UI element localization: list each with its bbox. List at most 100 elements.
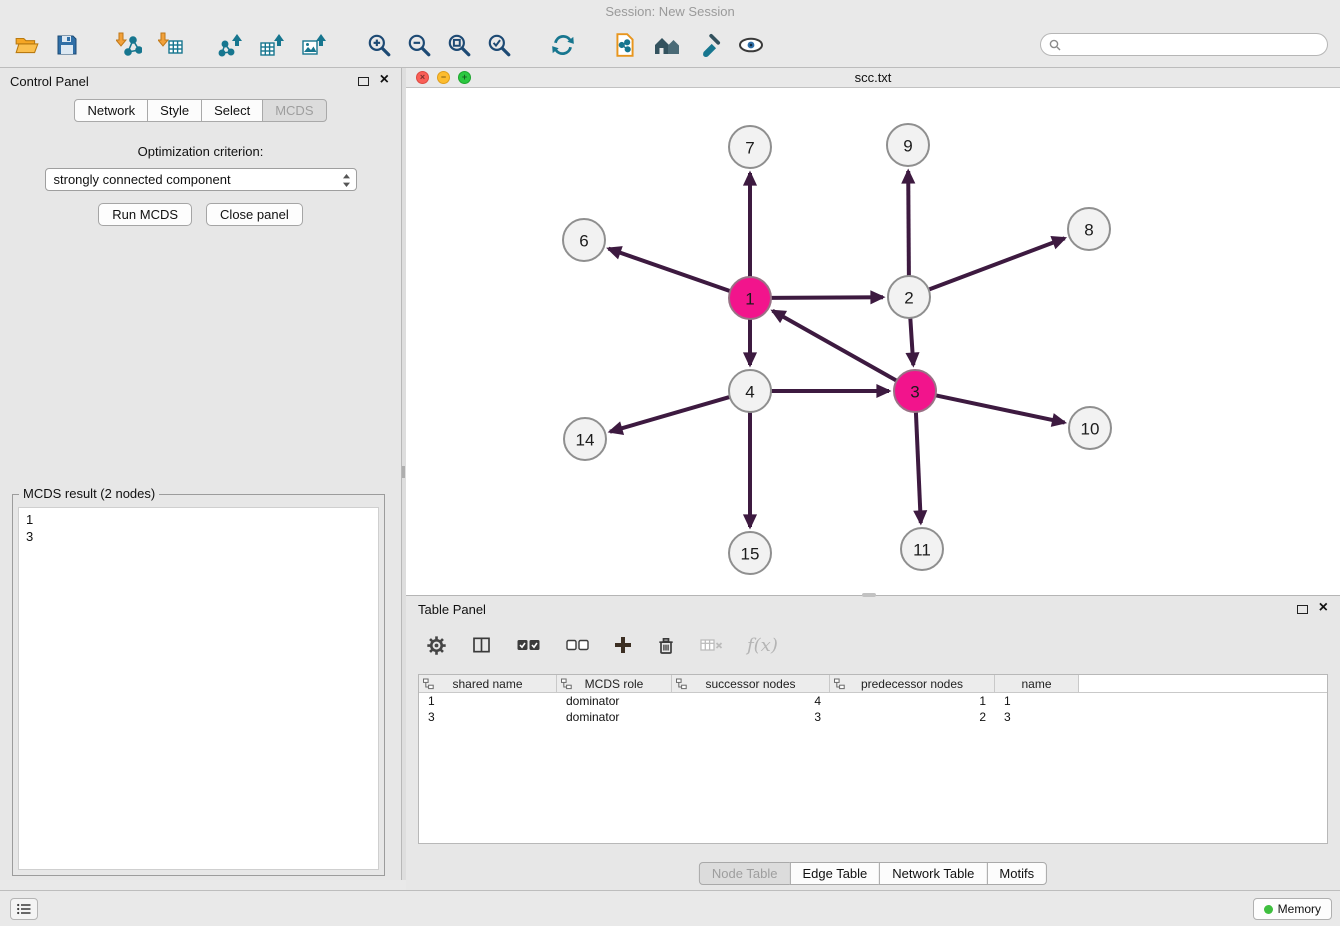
zoom-in-icon (366, 32, 392, 58)
graph-edge-2-9[interactable] (908, 171, 909, 276)
function-builder-button: f(x) (747, 635, 778, 656)
export-image-icon (302, 32, 328, 58)
delete-row-button[interactable] (656, 635, 676, 656)
zoom-in-button[interactable] (362, 28, 396, 62)
network-from-document-button[interactable] (608, 28, 642, 62)
toggle-visibility-button[interactable] (734, 28, 768, 62)
close-panel-icon[interactable]: × (380, 72, 389, 88)
window-titlebar: Session: New Session (0, 0, 1340, 22)
column-header-successor-nodes[interactable]: successor nodes (672, 675, 830, 693)
criterion-select[interactable]: strongly connected component (45, 168, 357, 191)
list-icon (16, 902, 32, 916)
tab-motifs[interactable]: Motifs (986, 862, 1047, 885)
save-session-button[interactable] (50, 28, 84, 62)
network-view-window: × − + scc.txt 7968124314101511 (406, 68, 1340, 595)
import-network-button[interactable] (112, 28, 146, 62)
search-box[interactable] (1040, 33, 1328, 56)
table-row[interactable]: 3dominator323 (419, 709, 1327, 725)
result-line: 1 (26, 511, 371, 528)
table-cell: 1 (995, 693, 1079, 709)
column-tree-icon (676, 678, 687, 690)
float-panel-icon[interactable] (358, 77, 369, 86)
graph-edge-4-14[interactable] (610, 397, 730, 432)
table-cell: 2 (830, 709, 995, 725)
close-window-icon[interactable]: × (416, 71, 429, 84)
export-network-button[interactable] (214, 28, 248, 62)
column-tree-icon (834, 678, 845, 690)
node-table: shared name MCDS role successor nodes pr… (418, 674, 1328, 844)
close-table-panel-icon[interactable]: × (1319, 600, 1328, 616)
tab-edge-table[interactable]: Edge Table (789, 862, 880, 885)
brush-icon (696, 32, 722, 58)
add-row-button[interactable] (614, 636, 632, 654)
home-button[interactable] (650, 28, 684, 62)
network-canvas[interactable]: 7968124314101511 (406, 88, 1340, 595)
table-cell: 3 (672, 709, 830, 725)
maximize-window-icon[interactable]: + (458, 71, 471, 84)
minimize-window-icon[interactable]: − (437, 71, 450, 84)
float-table-panel-icon[interactable] (1297, 605, 1308, 614)
table-row[interactable]: 1dominator411 (419, 693, 1327, 709)
table-cell-filler (1079, 693, 1327, 709)
mcds-result-title: MCDS result (2 nodes) (19, 486, 159, 501)
select-all-button[interactable] (516, 638, 541, 652)
graph-edge-1-6[interactable] (609, 249, 731, 292)
table-settings-button[interactable] (426, 635, 447, 656)
refresh-icon (550, 32, 576, 58)
graph-edge-3-11[interactable] (916, 412, 921, 523)
control-panel: Control Panel × Network Style Select MCD… (0, 68, 401, 880)
network-graph: 7968124314101511 (406, 88, 1340, 595)
mcds-result-list[interactable]: 13 (18, 507, 379, 870)
close-panel-button[interactable]: Close panel (206, 203, 303, 226)
column-header-name[interactable]: name (995, 675, 1079, 693)
table-header-row: shared name MCDS role successor nodes pr… (419, 675, 1327, 693)
refresh-view-button[interactable] (546, 28, 580, 62)
graph-edge-3-1[interactable] (773, 311, 897, 381)
table-panel: Table Panel × (406, 595, 1340, 890)
document-network-icon (612, 32, 638, 58)
export-image-button[interactable] (298, 28, 332, 62)
column-header-predecessor-nodes[interactable]: predecessor nodes (830, 675, 995, 693)
network-window-titlebar: × − + scc.txt (406, 68, 1340, 88)
graph-edge-1-2[interactable] (771, 297, 883, 298)
graph-node-label: 11 (913, 541, 931, 560)
tab-style[interactable]: Style (147, 99, 202, 122)
graph-edge-2-3[interactable] (910, 318, 913, 365)
header-filler (1079, 675, 1327, 693)
column-tree-icon (423, 678, 434, 690)
import-table-button[interactable] (154, 28, 188, 62)
memory-button[interactable]: Memory (1253, 898, 1332, 920)
search-input[interactable] (1066, 38, 1319, 52)
eye-icon (737, 32, 765, 58)
graph-edge-3-10[interactable] (936, 395, 1065, 422)
zoom-fit-button[interactable] (442, 28, 476, 62)
style-brush-button[interactable] (692, 28, 726, 62)
panels-menu-button[interactable] (10, 898, 38, 920)
result-line: 3 (26, 528, 371, 545)
optimization-criterion-label: Optimization criterion: (0, 144, 401, 159)
zoom-fit-icon (446, 32, 472, 58)
status-bar: Memory (0, 890, 1340, 926)
tab-node-table[interactable]: Node Table (699, 862, 791, 885)
column-header-shared-name[interactable]: shared name (419, 675, 557, 693)
deselect-all-button[interactable] (565, 638, 590, 652)
graph-node-label: 3 (910, 383, 919, 402)
tab-mcds[interactable]: MCDS (262, 99, 326, 122)
graph-edge-2-8[interactable] (929, 238, 1065, 289)
export-table-button[interactable] (256, 28, 290, 62)
zoom-out-button[interactable] (402, 28, 436, 62)
show-columns-button[interactable] (471, 635, 492, 655)
table-cell: 1 (830, 693, 995, 709)
table-cell: dominator (557, 709, 672, 725)
column-header-mcds-role[interactable]: MCDS role (557, 675, 672, 693)
tab-network[interactable]: Network (74, 99, 148, 122)
zoom-selected-icon (486, 32, 512, 58)
memory-label: Memory (1278, 902, 1321, 916)
tab-network-table[interactable]: Network Table (879, 862, 987, 885)
splitter-grip-icon (402, 466, 405, 478)
open-session-button[interactable] (10, 28, 44, 62)
zoom-selected-button[interactable] (482, 28, 516, 62)
tab-select[interactable]: Select (201, 99, 263, 122)
mcds-buttons-row: Run MCDS Close panel (0, 203, 401, 226)
run-mcds-button[interactable]: Run MCDS (98, 203, 192, 226)
